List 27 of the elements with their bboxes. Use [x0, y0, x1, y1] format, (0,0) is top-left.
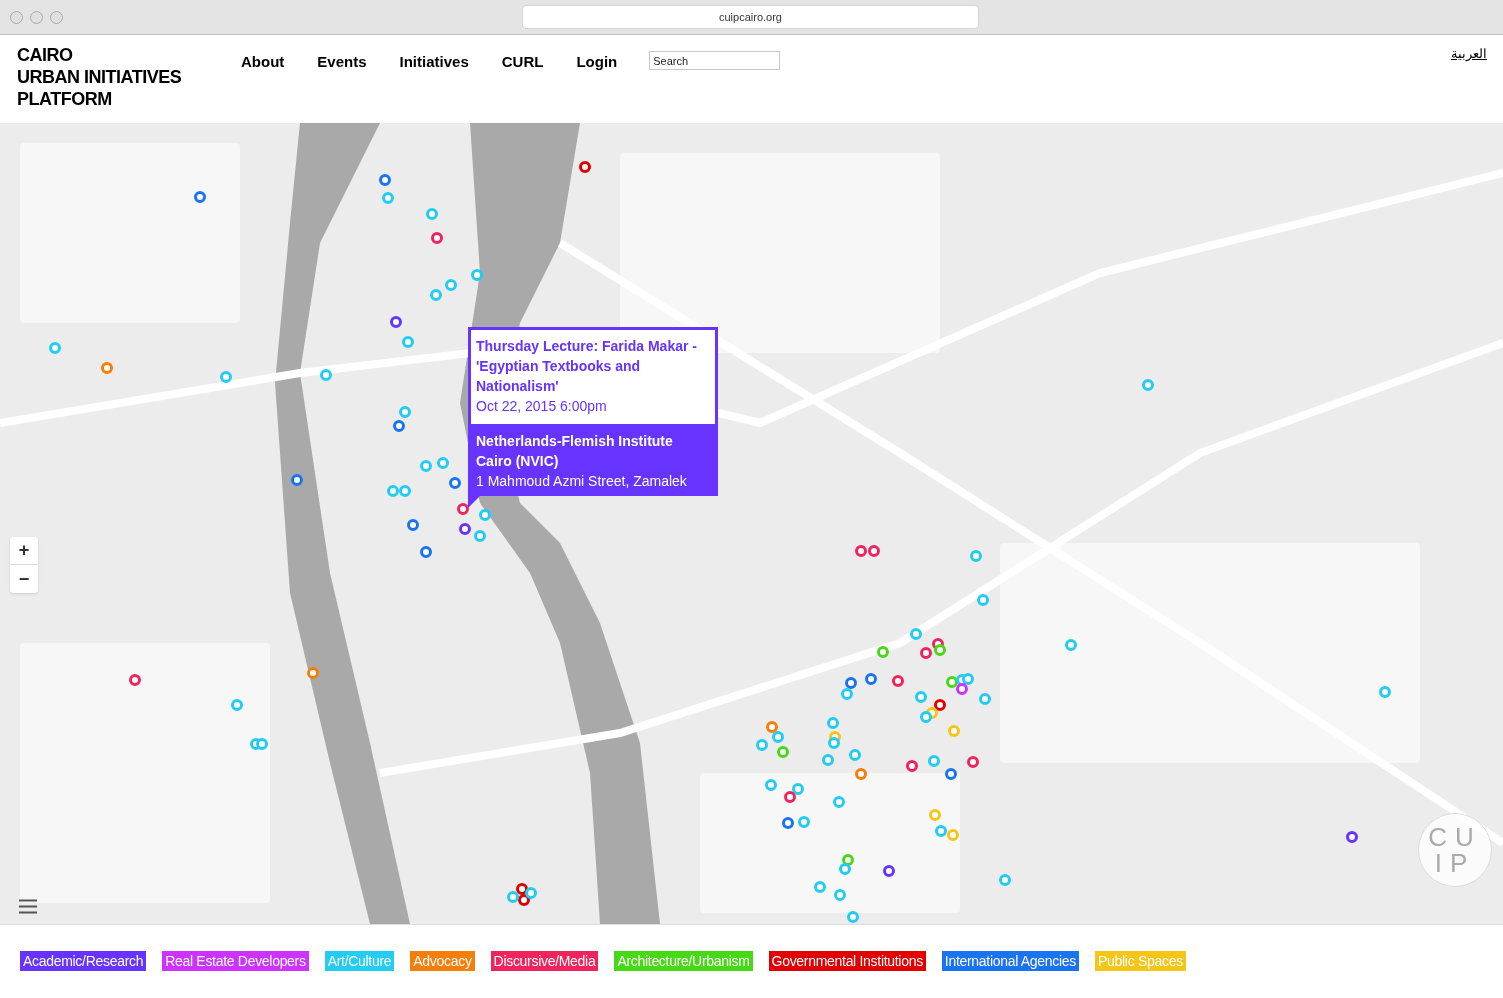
category-tag[interactable]: International Agencies: [941, 951, 1079, 971]
nav-link[interactable]: CURL: [501, 51, 544, 74]
map-marker[interactable]: [518, 894, 530, 906]
category-tag[interactable]: Academic/Research: [20, 951, 147, 971]
menu-icon[interactable]: [19, 899, 37, 914]
map-marker[interactable]: [256, 738, 268, 750]
category-tag[interactable]: Governmental Institutions: [768, 951, 926, 971]
nav-link[interactable]: Events: [317, 51, 367, 74]
event-title[interactable]: Thursday Lecture: Farida Makar - 'Egyptian Textbooks and Nationalism': [476, 336, 710, 396]
nav-link[interactable]: Login: [576, 51, 618, 74]
nav-link[interactable]: About: [241, 51, 285, 74]
map-marker[interactable]: [525, 887, 537, 899]
nav-link[interactable]: Initiatives: [399, 51, 469, 74]
venue-address: 1 Mahmoud Azmi Street, Zamalek: [476, 472, 688, 491]
site-title[interactable]: CAIRO URBAN INITIATIVES PLATFORM: [0, 35, 230, 110]
category-tag[interactable]: Real Estate Developers: [162, 951, 309, 971]
venue-name[interactable]: Netherlands-Flemish Institute Cairo (NVIC): [476, 431, 710, 471]
window-button[interactable]: [50, 10, 63, 24]
event-date: Oct 22, 2015 6:00pm: [476, 397, 608, 416]
category-tag[interactable]: Discursive/Media: [490, 951, 599, 971]
language-link[interactable]: العربية: [1451, 44, 1487, 64]
search-field[interactable]: Search: [649, 51, 781, 70]
address-bar[interactable]: cuipcairo.org: [522, 5, 979, 29]
zoom-out-button[interactable]: −: [10, 565, 38, 593]
window-button[interactable]: [30, 10, 43, 24]
zoom-in-button[interactable]: +: [10, 537, 38, 565]
window-button[interactable]: [10, 10, 23, 24]
